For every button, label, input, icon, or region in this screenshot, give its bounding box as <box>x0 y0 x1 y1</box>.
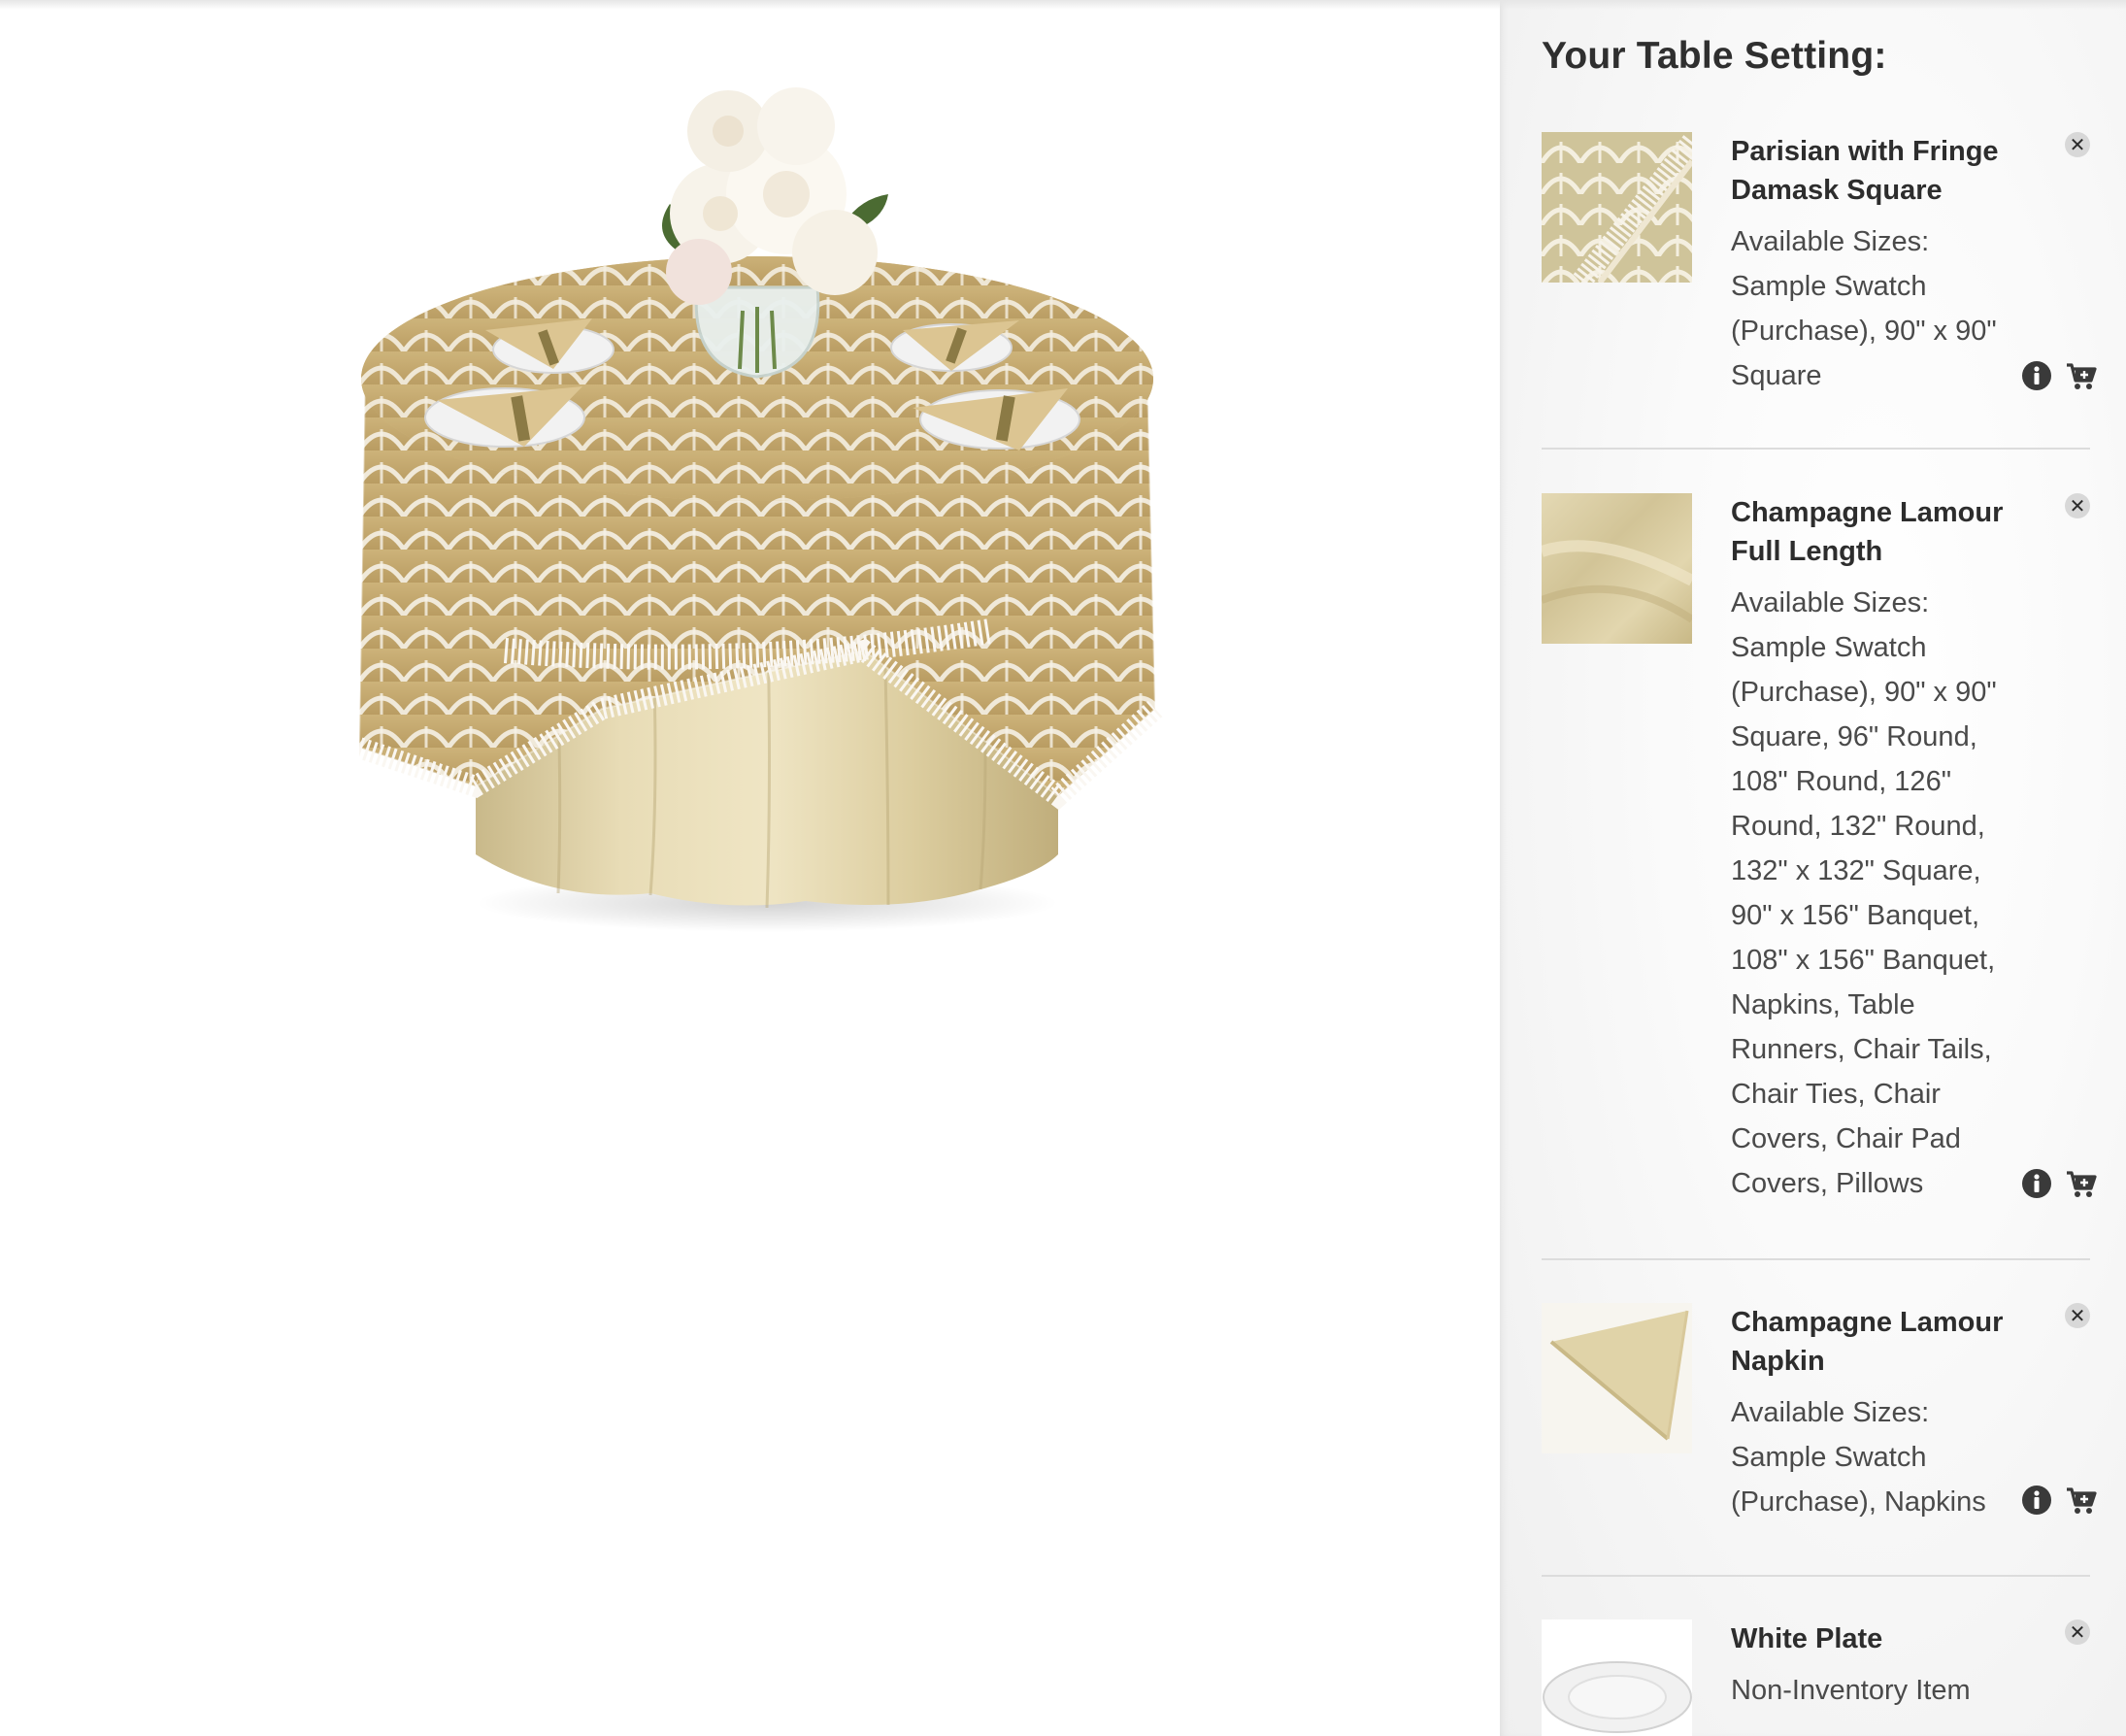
setting-item-white-plate: White Plate Non-Inventory Item ✕ <box>1542 1619 2090 1736</box>
add-to-cart-button[interactable] <box>2065 1167 2098 1200</box>
setting-item-parisian-damask: Parisian with Fringe Damask Square Avail… <box>1542 132 2097 452</box>
item-divider <box>1542 1575 2090 1577</box>
remove-item-button[interactable]: ✕ <box>2065 132 2090 157</box>
item-thumbnail-napkin[interactable] <box>1542 1303 1692 1453</box>
table-preview-area <box>0 0 1500 1736</box>
available-sizes-label: Available Sizes: <box>1731 226 1930 257</box>
item-name[interactable]: Champagne Lamour Full Length <box>1731 493 2022 571</box>
item-divider <box>1542 1258 2090 1260</box>
table-setting-sidebar: Your Table Setting: Parisian with Fringe… <box>1500 0 2126 1736</box>
available-sizes-label: Available Sizes: <box>1731 587 1930 618</box>
item-name[interactable]: Champagne Lamour Napkin <box>1731 1303 2022 1381</box>
info-button[interactable] <box>2020 359 2053 392</box>
add-to-cart-icon <box>2067 1487 2097 1514</box>
info-icon <box>2022 361 2051 390</box>
setting-item-champagne-full-length: Champagne Lamour Full Length Available S… <box>1542 493 2097 1260</box>
table-preview-image <box>359 87 1163 932</box>
info-icon <box>2022 1486 2051 1515</box>
setting-item-champagne-napkin: Champagne Lamour Napkin Available Sizes:… <box>1542 1303 2097 1577</box>
available-sizes-label: Available Sizes: <box>1731 1397 1930 1428</box>
available-sizes-list: Sample Swatch (Purchase), Napkins <box>1731 1442 1986 1518</box>
remove-item-button[interactable]: ✕ <box>2065 493 2090 518</box>
available-sizes-list: Sample Swatch (Purchase), 90" x 90" Squa… <box>1731 271 1997 391</box>
close-icon: ✕ <box>2069 495 2086 517</box>
item-divider <box>1542 448 2090 450</box>
close-icon: ✕ <box>2069 1305 2086 1327</box>
item-thumbnail-champagne-fabric[interactable] <box>1542 493 1692 644</box>
add-to-cart-button[interactable] <box>2065 1484 2098 1517</box>
item-actions <box>2020 359 2098 392</box>
info-button[interactable] <box>2020 1167 2053 1200</box>
item-actions <box>2020 1484 2098 1517</box>
item-name[interactable]: White Plate <box>1731 1619 2022 1658</box>
item-thumbnail-damask-swatch[interactable] <box>1542 132 1692 283</box>
add-to-cart-icon <box>2067 363 2097 389</box>
item-thumbnail-plate[interactable] <box>1542 1619 1692 1736</box>
close-icon: ✕ <box>2069 1621 2086 1644</box>
sidebar-title: Your Table Setting: <box>1542 35 1887 77</box>
item-name[interactable]: Parisian with Fringe Damask Square <box>1731 132 2022 210</box>
remove-item-button[interactable]: ✕ <box>2065 1619 2090 1645</box>
info-button[interactable] <box>2020 1484 2053 1517</box>
add-to-cart-icon <box>2067 1171 2097 1197</box>
add-to-cart-button[interactable] <box>2065 359 2098 392</box>
remove-item-button[interactable]: ✕ <box>2065 1303 2090 1328</box>
close-icon: ✕ <box>2069 134 2086 156</box>
table-setting-page: Your Table Setting: Parisian with Fringe… <box>0 0 2126 1736</box>
available-sizes-list: Sample Swatch (Purchase), 90" x 90" Squa… <box>1731 632 1997 1199</box>
non-inventory-label: Non-Inventory Item <box>1731 1675 1971 1706</box>
item-actions <box>2020 1167 2098 1200</box>
info-icon <box>2022 1169 2051 1198</box>
